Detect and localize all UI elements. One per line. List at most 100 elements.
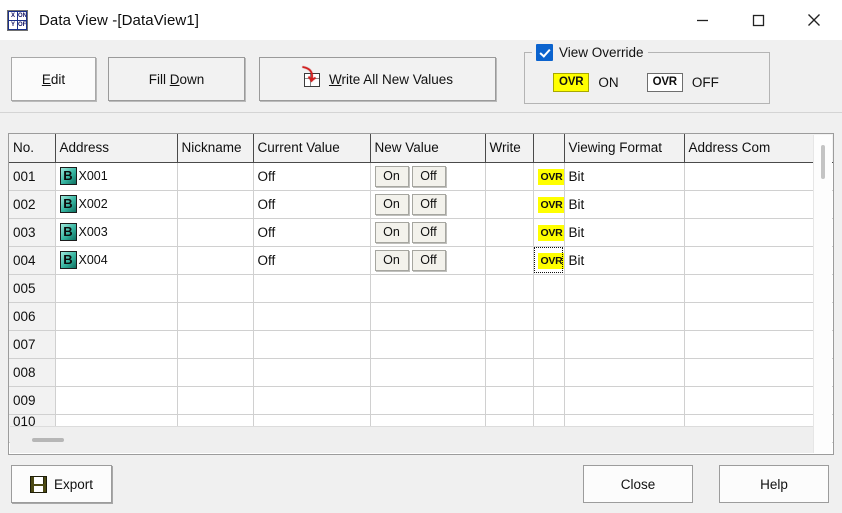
new-value-cell[interactable]: On Off: [370, 218, 486, 247]
close-icon[interactable]: [786, 0, 842, 40]
viewing-format-cell[interactable]: [564, 302, 685, 331]
write-cell[interactable]: [485, 190, 534, 219]
viewing-format-cell[interactable]: [564, 330, 685, 359]
override-cell[interactable]: OVR: [533, 190, 565, 219]
address-comment-cell[interactable]: [684, 330, 833, 359]
override-cell[interactable]: [533, 274, 565, 303]
vertical-scrollbar-thumb[interactable]: [821, 145, 825, 179]
current-value-cell[interactable]: Off: [253, 218, 371, 247]
new-value-on-button[interactable]: On: [374, 165, 409, 187]
new-value-cell[interactable]: [370, 386, 486, 415]
horizontal-scrollbar[interactable]: [10, 426, 814, 453]
grid-header-cell[interactable]: [533, 134, 565, 163]
current-value-cell[interactable]: [253, 386, 371, 415]
viewing-format-cell[interactable]: Bit: [564, 246, 685, 275]
write-cell[interactable]: [485, 386, 534, 415]
nickname-cell[interactable]: [177, 246, 254, 275]
write-cell[interactable]: [485, 162, 534, 191]
current-value-cell[interactable]: [253, 358, 371, 387]
table-row[interactable]: 001 B X001 Off On Off OVR Bit: [9, 162, 833, 191]
nickname-cell[interactable]: [177, 330, 254, 359]
override-cell[interactable]: [533, 358, 565, 387]
new-value-cell[interactable]: [370, 274, 486, 303]
write-cell[interactable]: [485, 330, 534, 359]
grid-header-cell[interactable]: New Value: [370, 134, 486, 163]
write-cell[interactable]: [485, 274, 534, 303]
write-cell[interactable]: [485, 218, 534, 247]
address-cell[interactable]: [55, 274, 178, 303]
write-all-new-values-button[interactable]: ⤵ Write All New Values: [259, 57, 496, 101]
nickname-cell[interactable]: [177, 218, 254, 247]
minimize-icon[interactable]: [674, 0, 730, 40]
grid-header-cell[interactable]: Write: [485, 134, 534, 163]
vertical-scrollbar[interactable]: [813, 135, 832, 453]
override-cell[interactable]: OVR: [533, 162, 565, 191]
viewing-format-cell[interactable]: Bit: [564, 218, 685, 247]
table-row[interactable]: 004 B X004 Off On Off OVR Bit: [9, 246, 833, 275]
new-value-off-button[interactable]: Off: [411, 193, 446, 215]
row-number-cell[interactable]: 009: [9, 386, 56, 415]
new-value-cell[interactable]: On Off: [370, 162, 486, 191]
new-value-cell[interactable]: [370, 302, 486, 331]
override-cell[interactable]: [533, 302, 565, 331]
viewing-format-cell[interactable]: [564, 274, 685, 303]
nickname-cell[interactable]: [177, 386, 254, 415]
new-value-on-button[interactable]: On: [374, 249, 409, 271]
override-cell[interactable]: [533, 330, 565, 359]
export-button[interactable]: Export: [11, 465, 112, 503]
table-row[interactable]: 008: [9, 358, 833, 387]
row-number-cell[interactable]: 006: [9, 302, 56, 331]
nickname-cell[interactable]: [177, 302, 254, 331]
address-cell[interactable]: [55, 386, 178, 415]
current-value-cell[interactable]: Off: [253, 190, 371, 219]
nickname-cell[interactable]: [177, 190, 254, 219]
table-row[interactable]: 009: [9, 386, 833, 415]
row-number-cell[interactable]: 005: [9, 274, 56, 303]
grid-header-cell[interactable]: Address Com: [684, 134, 833, 163]
current-value-cell[interactable]: [253, 330, 371, 359]
address-cell[interactable]: [55, 302, 178, 331]
viewing-format-cell[interactable]: [564, 358, 685, 387]
nickname-cell[interactable]: [177, 274, 254, 303]
override-cell[interactable]: [533, 386, 565, 415]
address-cell[interactable]: [55, 358, 178, 387]
horizontal-scrollbar-thumb[interactable]: [32, 438, 64, 442]
address-comment-cell[interactable]: [684, 274, 833, 303]
close-button[interactable]: Close: [583, 465, 693, 503]
override-cell[interactable]: OVR: [533, 218, 565, 247]
current-value-cell[interactable]: [253, 274, 371, 303]
nickname-cell[interactable]: [177, 358, 254, 387]
address-comment-cell[interactable]: [684, 358, 833, 387]
current-value-cell[interactable]: Off: [253, 246, 371, 275]
address-comment-cell[interactable]: [684, 162, 833, 191]
address-cell[interactable]: B X003: [55, 218, 178, 247]
current-value-cell[interactable]: Off: [253, 162, 371, 191]
grid-header-cell[interactable]: Address: [55, 134, 178, 163]
new-value-on-button[interactable]: On: [374, 221, 409, 243]
write-cell[interactable]: [485, 246, 534, 275]
table-row[interactable]: 002 B X002 Off On Off OVR Bit: [9, 190, 833, 219]
row-number-cell[interactable]: 004: [9, 246, 56, 275]
new-value-cell[interactable]: On Off: [370, 190, 486, 219]
viewing-format-cell[interactable]: Bit: [564, 162, 685, 191]
grid-header-cell[interactable]: Nickname: [177, 134, 254, 163]
address-cell[interactable]: [55, 330, 178, 359]
grid-header-cell[interactable]: Current Value: [253, 134, 371, 163]
new-value-on-button[interactable]: On: [374, 193, 409, 215]
table-row[interactable]: 006: [9, 302, 833, 331]
view-override-checkbox[interactable]: [536, 44, 553, 61]
fill-down-button[interactable]: Fill Down: [108, 57, 245, 101]
edit-button[interactable]: Edit: [11, 57, 96, 101]
address-comment-cell[interactable]: [684, 218, 833, 247]
table-row[interactable]: 003 B X003 Off On Off OVR Bit: [9, 218, 833, 247]
new-value-cell[interactable]: On Off: [370, 246, 486, 275]
new-value-off-button[interactable]: Off: [411, 165, 446, 187]
new-value-off-button[interactable]: Off: [411, 249, 446, 271]
row-number-cell[interactable]: 003: [9, 218, 56, 247]
table-row[interactable]: 005: [9, 274, 833, 303]
address-comment-cell[interactable]: [684, 246, 833, 275]
nickname-cell[interactable]: [177, 162, 254, 191]
address-comment-cell[interactable]: [684, 190, 833, 219]
address-comment-cell[interactable]: [684, 386, 833, 415]
address-cell[interactable]: B X002: [55, 190, 178, 219]
